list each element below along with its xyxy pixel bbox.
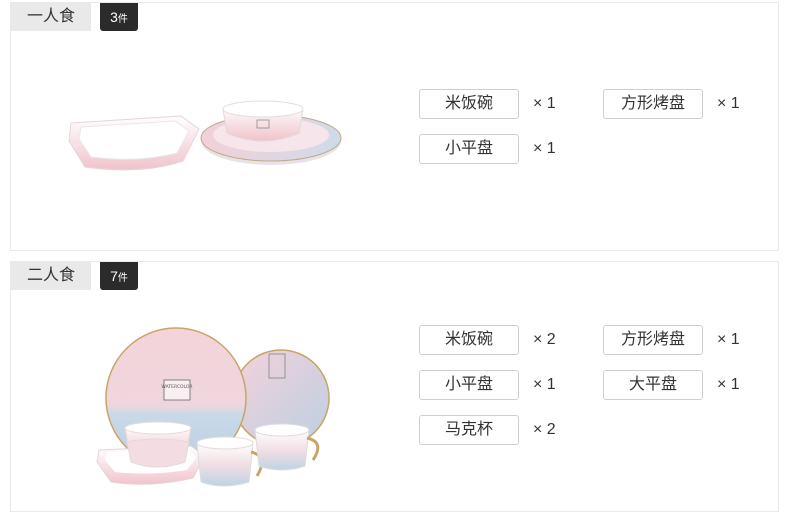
item-name: 米饭碗	[419, 89, 519, 119]
mug-image	[196, 436, 264, 487]
piece-count-badge: 3件	[100, 3, 138, 31]
item-name: 方形烤盘	[603, 89, 703, 119]
piece-count: 7	[110, 268, 118, 284]
tableware-photo-single-set	[68, 100, 342, 171]
item-square-baking-dish: 方形烤盘 × 1	[603, 325, 740, 355]
item-quantity: × 1	[533, 95, 556, 112]
piece-count: 3	[110, 9, 118, 25]
item-mug: 马克杯 × 2	[419, 415, 556, 445]
tableware-photo-double-set: WATERCOLOR	[96, 327, 330, 487]
item-quantity: × 1	[717, 95, 740, 112]
mug-image-2	[254, 423, 320, 471]
item-small-plate: 小平盘 × 1	[419, 134, 556, 164]
set-card-single: 一人食 3件 米饭碗 × 1 方形烤盘 × 1 小平盘 × 1	[10, 2, 779, 251]
piece-count-badge: 7件	[100, 262, 138, 290]
item-quantity: × 1	[533, 376, 556, 393]
piece-count-unit: 件	[117, 14, 128, 25]
item-name: 方形烤盘	[603, 325, 703, 355]
item-quantity: × 2	[533, 331, 556, 348]
set-title: 二人食	[11, 262, 91, 290]
item-name: 马克杯	[419, 415, 519, 445]
item-small-plate: 小平盘 × 1	[419, 370, 556, 400]
item-rice-bowl: 米饭碗 × 1	[419, 89, 556, 119]
item-name: 米饭碗	[419, 325, 519, 355]
rice-bowl-image	[222, 100, 304, 142]
plate-logo-text: WATERCOLOR	[161, 384, 192, 390]
item-square-baking-dish: 方形烤盘 × 1	[603, 89, 740, 119]
set-title: 一人食	[11, 3, 91, 31]
set-card-double: 二人食 7件 WATERCOLOR 米饭碗 × 2 方形烤盘 × 1 小平盘 ×…	[10, 261, 779, 512]
item-quantity: × 1	[533, 140, 556, 157]
item-large-plate: 大平盘 × 1	[603, 370, 740, 400]
square-baking-dish-image	[68, 115, 200, 171]
item-name: 小平盘	[419, 370, 519, 400]
item-quantity: × 2	[533, 421, 556, 438]
item-name: 小平盘	[419, 134, 519, 164]
item-rice-bowl: 米饭碗 × 2	[419, 325, 556, 355]
rice-bowl-image	[124, 421, 192, 468]
piece-count-unit: 件	[117, 273, 128, 284]
item-quantity: × 1	[717, 376, 740, 393]
item-quantity: × 1	[717, 331, 740, 348]
item-name: 大平盘	[603, 370, 703, 400]
